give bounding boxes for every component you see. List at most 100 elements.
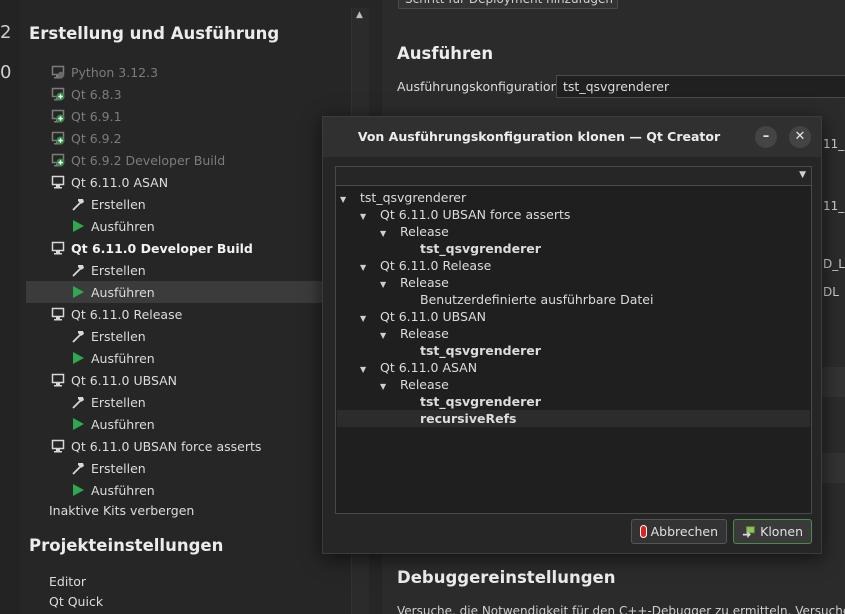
clone-run-config-dialog: Von Ausführungskonfiguration klonen — Qt… [322,116,822,554]
run-icon [71,417,85,431]
tree-node[interactable]: tst_qsvgrenderer [420,240,541,257]
strip-digit: 2 [0,22,12,43]
expand-arrow-icon[interactable]: ▼ [380,225,390,242]
sidebar-run-item[interactable]: Ausführen [26,281,322,303]
tree-node[interactable]: ▼ Qt 6.11.0 UBSAN force asserts [360,206,570,223]
sidebar-kit-item[interactable]: Qt 6.11.0 UBSAN [26,369,322,391]
sidebar-item-label: Qt 6.11.0 UBSAN force asserts [71,438,262,454]
sidebar-item-label: Qt 6.11.0 Developer Build [71,240,253,256]
sidebar-item-label: Qt 6.11.0 UBSAN [71,372,178,388]
tree-node-label: Release [400,224,449,239]
settings-item-qt-quick[interactable]: Qt Quick [49,594,103,609]
sidebar-item-label: Qt 6.9.1 [71,108,122,124]
dialog-titlebar[interactable]: Von Ausführungskonfiguration klonen — Qt… [323,117,821,157]
expand-arrow-icon[interactable]: ▼ [360,259,370,276]
monitor-icon [51,65,65,79]
tree-node[interactable]: tst_qsvgrenderer [420,393,541,410]
clipped-field-text: D_LI [823,257,845,271]
expand-arrow-icon[interactable]: ▼ [380,276,390,293]
cancel-icon [640,525,647,538]
tree-node-label: Qt 6.11.0 UBSAN [380,309,487,324]
sidebar-build-item[interactable]: Erstellen [26,391,322,413]
tree-node[interactable]: tst_qsvgrenderer [420,342,541,359]
tree-node-label: Qt 6.11.0 UBSAN force asserts [380,207,571,222]
sidebar-kit-item[interactable]: Qt 6.9.2 Developer Build [26,149,322,171]
expand-arrow-icon[interactable]: ▼ [360,310,370,327]
sidebar-item-label: Qt 6.9.2 Developer Build [71,152,226,168]
sidebar-build-item[interactable]: Erstellen [26,259,322,281]
run-icon [71,351,85,365]
close-button[interactable]: ✕ [789,126,811,148]
clone-button[interactable]: Klonen [733,519,812,544]
tree-node[interactable]: ▼ Release [380,223,449,240]
monitor-icon [51,175,65,189]
debugger-settings-heading: Debuggereinstellungen [397,568,616,587]
monitor-add-icon [51,131,65,145]
monitor-add-icon [51,153,65,167]
sidebar-kit-item[interactable]: Qt 6.8.3 [26,83,322,105]
sidebar-run-item[interactable]: Ausführen [26,347,322,369]
tree-node[interactable]: ▼ tst_qsvgrenderer [340,189,466,206]
cancel-button[interactable]: Abbrechen [631,519,727,544]
expand-arrow-icon[interactable]: ▼ [340,191,350,208]
add-deploy-step-button[interactable]: Schritt für Deployment hinzufügen [398,0,618,9]
sidebar-build-item[interactable]: Erstellen [26,193,322,215]
tree-node[interactable]: ▼ Qt 6.11.0 UBSAN [360,308,486,325]
section-build-run-heading: Erstellung und Ausführung [29,24,280,43]
project-sidebar: Erstellung und Ausführung Python 3.12.3 Q… [20,0,370,614]
sidebar-run-item[interactable]: Ausführen [26,215,322,237]
clipped-field-text: 11_ [823,199,845,213]
tree-row-highlight [337,410,810,427]
run-config-label: Ausführungskonfiguration: [397,79,563,94]
hammer-icon [71,197,85,211]
tree-node-label: Qt 6.11.0 ASAN [380,360,478,375]
sidebar-item-label: Erstellen [91,394,146,410]
tree-node[interactable]: Benutzerdefinierte ausführbare Datei [420,291,653,308]
clipped-field-text: DL [823,285,839,299]
monitor-add-icon [51,87,65,101]
tree-node-label: tst_qsvgrenderer [420,394,541,409]
monitor-add-icon [51,109,65,123]
sidebar-item-label: Ausführen [91,416,155,432]
sidebar-kit-item[interactable]: Qt 6.11.0 ASAN [26,171,322,193]
clipped-row [822,367,845,397]
tree-node[interactable]: ▼ Release [380,325,449,342]
tree-node[interactable]: ▼ Release [380,376,449,393]
sidebar-kit-item[interactable]: Python 3.12.3 [26,61,322,83]
sidebar-build-item[interactable]: Erstellen [26,457,322,479]
sidebar-item-label: Ausführen [91,482,155,498]
sidebar-build-item[interactable]: Erstellen [26,325,322,347]
run-config-select[interactable]: tst_qsvgrenderer [556,75,845,98]
expand-arrow-icon[interactable]: ▼ [360,208,370,225]
expand-arrow-icon[interactable]: ▼ [360,361,370,378]
run-icon [71,219,85,233]
hide-inactive-kits-link[interactable]: Inaktive Kits verbergen [49,503,194,518]
sidebar-kit-item[interactable]: Qt 6.9.1 [26,105,322,127]
sidebar-kit-item[interactable]: Qt 6.11.0 UBSAN force asserts [26,435,322,457]
scroll-up-icon[interactable]: ▲ [356,10,363,20]
tree-node-label: tst_qsvgrenderer [420,343,541,358]
tree-node[interactable]: ▼ Qt 6.11.0 ASAN [360,359,477,376]
strip-digit: 0 [0,62,12,83]
tree-node-label: tst_qsvgrenderer [420,241,541,256]
tree-node[interactable]: ▼ Release [380,274,449,291]
expand-arrow-icon[interactable]: ▼ [380,378,390,395]
tree-node-label: tst_qsvgrenderer [360,190,467,205]
chevron-down-icon[interactable]: ▼ [799,170,806,180]
run-config-tree[interactable]: ▼ tst_qsvgrenderer ▼ Qt 6.11.0 UBSAN force … [335,186,812,514]
expand-arrow-icon[interactable]: ▼ [380,327,390,344]
settings-item-editor[interactable]: Editor [49,574,86,589]
sidebar-kit-item[interactable]: Qt 6.11.0 Release [26,303,322,325]
sidebar-run-item[interactable]: Ausführen [26,413,322,435]
monitor-icon [51,241,65,255]
tree-node-label: Release [400,326,449,341]
tree-node[interactable]: recursiveRefs [420,410,516,427]
tree-node[interactable]: ▼ Qt 6.11.0 Release [360,257,491,274]
sidebar-item-label: Qt 6.9.2 [71,130,122,146]
filter-combo[interactable]: ▼ [335,166,812,186]
sidebar-run-item[interactable]: Ausführen [26,479,322,501]
sidebar-kit-item[interactable]: Qt 6.11.0 Developer Build [26,237,322,259]
sidebar-kit-item[interactable]: Qt 6.9.2 [26,127,322,149]
clone-icon [742,525,755,538]
minimize-button[interactable]: – [755,126,777,148]
